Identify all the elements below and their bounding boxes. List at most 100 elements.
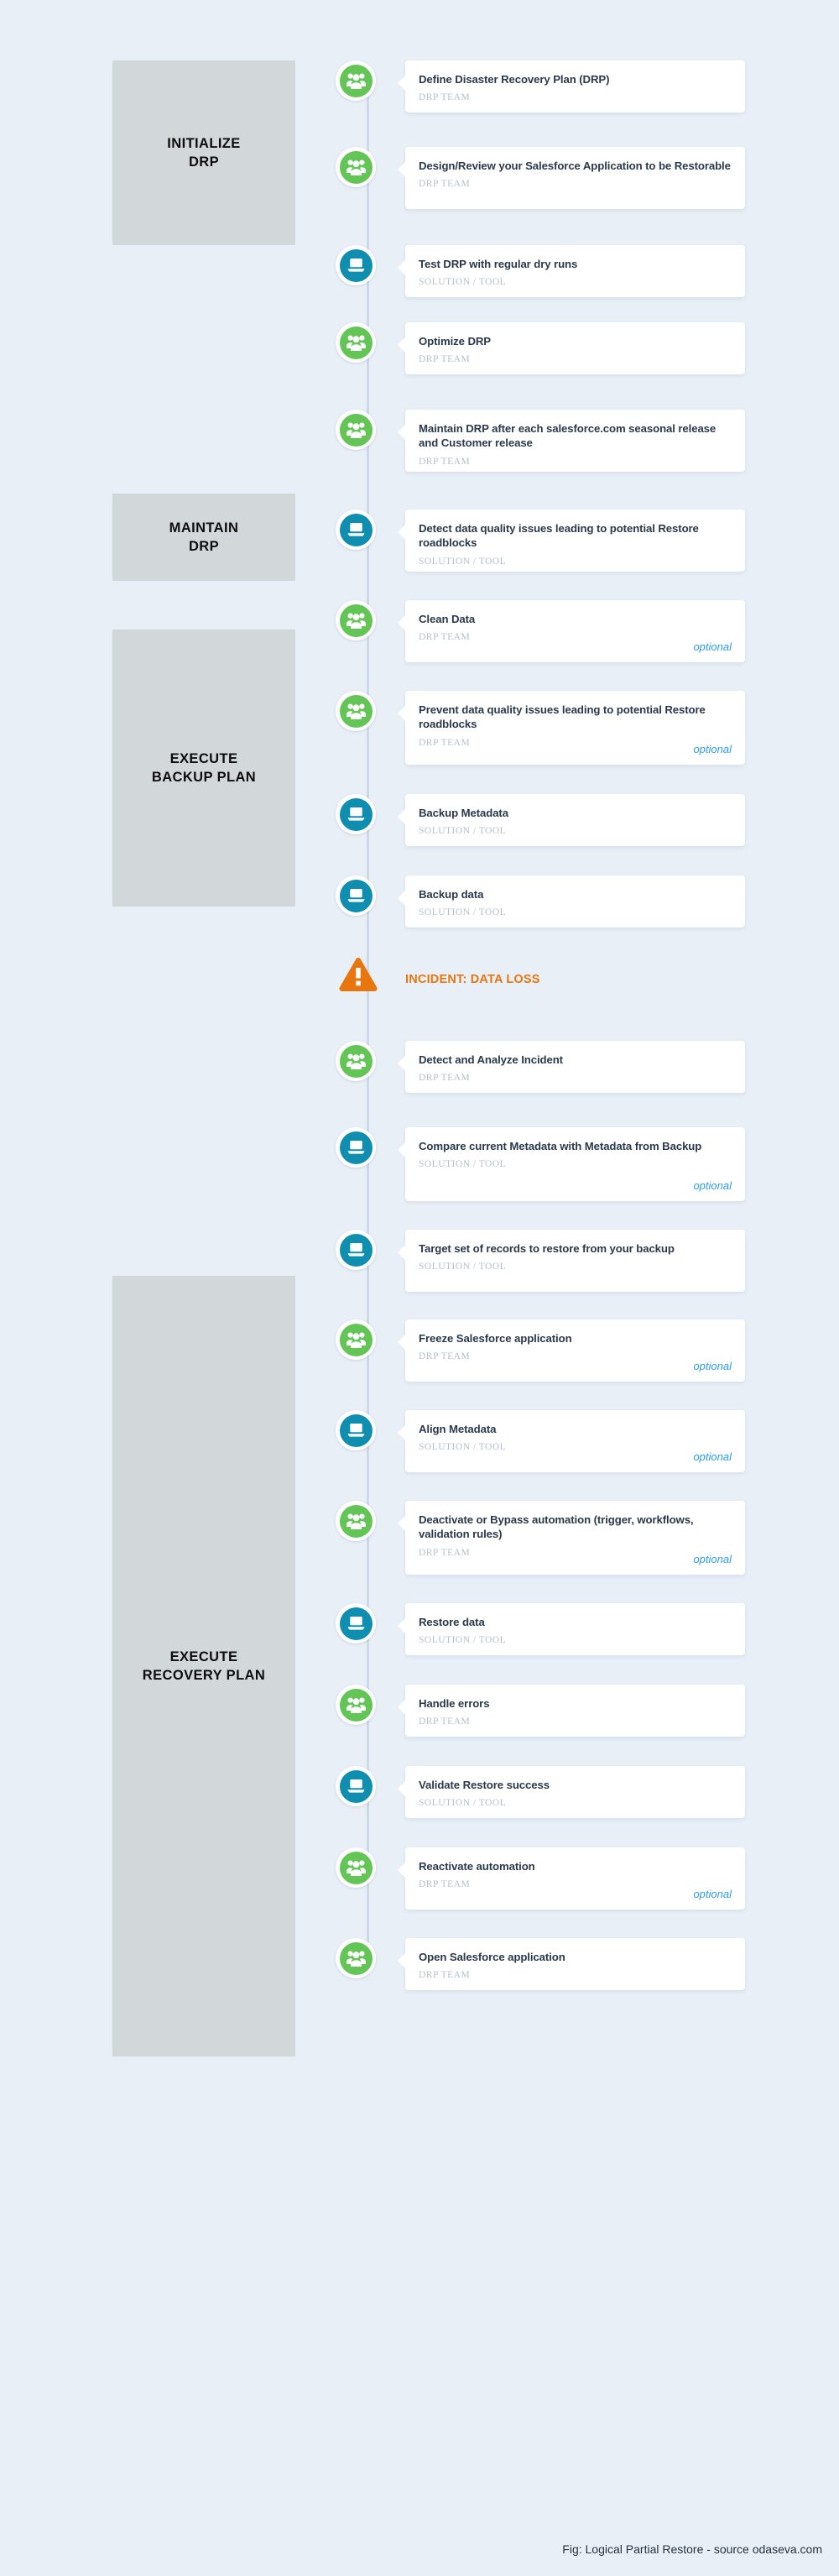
timeline-step: Define Disaster Recovery Plan (DRP) DRP T… — [0, 60, 839, 112]
timeline-step: Prevent data quality issues leading to p… — [0, 691, 839, 765]
team-icon — [339, 1688, 373, 1722]
step-card[interactable]: Backup data SOLUTION / TOOL — [398, 875, 745, 927]
team-icon — [339, 604, 373, 637]
step-card[interactable]: Detect and Analyze Incident DRP TEAM — [398, 1041, 745, 1093]
phase-box: EXECUTE BACKUP PLAN — [112, 630, 295, 907]
step-title: Optimize DRP — [419, 335, 491, 347]
team-icon — [339, 1851, 373, 1884]
step-badge — [336, 794, 376, 834]
step-badge — [336, 60, 376, 101]
tool-icon — [339, 248, 373, 282]
tool-icon — [339, 1233, 373, 1267]
step-actor: SOLUTION / TOOL — [419, 1159, 507, 1170]
step-card[interactable]: Align Metadata SOLUTION / TOOL optional — [398, 1410, 745, 1472]
step-card[interactable]: Open Salesforce application DRP TEAM — [398, 1938, 745, 1990]
optional-badge: optional — [693, 1888, 732, 1900]
team-icon — [339, 1323, 373, 1356]
step-card[interactable]: Target set of records to restore from yo… — [398, 1230, 745, 1292]
timeline-step: Deactivate or Bypass automation (trigger… — [0, 1501, 839, 1575]
step-card[interactable]: Compare current Metadata with Metadata f… — [398, 1127, 745, 1201]
team-icon — [339, 1044, 373, 1078]
step-badge — [336, 1041, 376, 1081]
step-badge — [336, 1603, 376, 1643]
step-card[interactable]: Restore data SOLUTION / TOOL — [398, 1603, 745, 1655]
step-card[interactable]: Detect data quality issues leading to po… — [398, 509, 745, 572]
step-actor: SOLUTION / TOOL — [419, 1798, 507, 1809]
step-title: Clean Data — [419, 613, 476, 625]
timeline-step: Compare current Metadata with Metadata f… — [0, 1127, 839, 1201]
timeline-step: Target set of records to restore from yo… — [0, 1230, 839, 1292]
optional-badge: optional — [693, 1360, 732, 1372]
timeline-step: Validate Restore success SOLUTION / TOOL — [0, 1766, 839, 1818]
step-card[interactable]: Design/Review your Salesforce Applicatio… — [398, 147, 745, 209]
step-badge — [336, 322, 376, 363]
step-card[interactable]: Deactivate or Bypass automation (trigger… — [398, 1501, 745, 1575]
step-card[interactable]: Optimize DRP DRP TEAM — [398, 322, 745, 374]
step-card[interactable]: Freeze Salesforce application DRP TEAM opt… — [398, 1319, 745, 1382]
step-badge — [336, 1501, 376, 1541]
step-badge — [336, 147, 376, 187]
step-actor: SOLUTION / TOOL — [419, 826, 507, 837]
step-actor: DRP TEAM — [419, 179, 471, 190]
timeline-step: Restore data SOLUTION / TOOL — [0, 1603, 839, 1655]
step-title: Align Metadata — [419, 1423, 497, 1435]
step-card[interactable]: Clean Data DRP TEAM optional — [398, 600, 745, 662]
team-icon — [339, 150, 373, 184]
step-actor: SOLUTION / TOOL — [419, 1262, 507, 1272]
incident-marker: INCIDENT: DATA LOSS — [0, 957, 839, 1007]
step-title: Backup Metadata — [419, 807, 508, 819]
step-title: Reactivate automation — [419, 1860, 535, 1873]
step-badge — [336, 1410, 376, 1450]
step-badge — [336, 1847, 376, 1888]
optional-badge: optional — [693, 743, 732, 755]
step-title: Restore data — [419, 1616, 485, 1628]
step-badge — [336, 600, 376, 640]
step-card[interactable]: Test DRP with regular dry runs SOLUTION /… — [398, 245, 745, 297]
warning-triangle-icon — [339, 957, 378, 992]
step-title: Detect and Analyze Incident — [419, 1053, 563, 1066]
timeline-step: Test DRP with regular dry runs SOLUTION /… — [0, 245, 839, 297]
step-card[interactable]: Prevent data quality issues leading to p… — [398, 691, 745, 765]
timeline-step: Align Metadata SOLUTION / TOOL optional — [0, 1410, 839, 1472]
tool-icon — [339, 1607, 373, 1640]
step-title: Handle errors — [419, 1697, 490, 1710]
step-actor: SOLUTION / TOOL — [419, 277, 507, 288]
tool-icon — [339, 1413, 373, 1447]
step-card[interactable]: Handle errors DRP TEAM — [398, 1685, 745, 1737]
step-title: Open Salesforce application — [419, 1951, 565, 1963]
step-actor: DRP TEAM — [419, 1073, 471, 1084]
timeline-step: Design/Review your Salesforce Applicatio… — [0, 147, 839, 209]
step-actor: DRP TEAM — [419, 737, 471, 748]
step-badge — [336, 875, 376, 916]
step-title: Backup data — [419, 888, 484, 901]
step-title: Detect data quality issues leading to po… — [419, 522, 699, 550]
timeline-step: Optimize DRP DRP TEAM — [0, 322, 839, 374]
step-badge — [336, 1766, 376, 1806]
tool-icon — [339, 513, 373, 546]
step-card[interactable]: Reactivate automation DRP TEAM optional — [398, 1847, 745, 1910]
step-card[interactable]: Define Disaster Recovery Plan (DRP) DRP T… — [398, 60, 745, 112]
timeline-step: Reactivate automation DRP TEAM optional — [0, 1847, 839, 1910]
step-badge — [336, 410, 376, 450]
step-actor: DRP TEAM — [419, 456, 471, 467]
step-card[interactable]: Backup Metadata SOLUTION / TOOL — [398, 794, 745, 846]
timeline-step: Detect and Analyze Incident DRP TEAM — [0, 1041, 839, 1093]
team-icon — [339, 1941, 373, 1975]
team-icon — [339, 326, 373, 359]
step-actor: SOLUTION / TOOL — [419, 1635, 507, 1646]
tool-icon — [339, 879, 373, 912]
step-title: Test DRP with regular dry runs — [419, 258, 578, 270]
tool-icon — [339, 1769, 373, 1803]
step-actor: DRP TEAM — [419, 92, 471, 103]
step-card[interactable]: Maintain DRP after each salesforce.com s… — [398, 410, 745, 472]
step-title: Compare current Metadata with Metadata f… — [419, 1140, 702, 1152]
step-card[interactable]: Validate Restore success SOLUTION / TOOL — [398, 1766, 745, 1818]
step-actor: DRP TEAM — [419, 1351, 471, 1362]
team-icon — [339, 64, 373, 97]
tool-icon — [339, 1131, 373, 1164]
step-title: Define Disaster Recovery Plan (DRP) — [419, 73, 610, 86]
team-icon — [339, 694, 373, 728]
step-actor: DRP TEAM — [419, 354, 471, 365]
step-badge — [336, 245, 376, 285]
timeline-step: Open Salesforce application DRP TEAM — [0, 1938, 839, 1990]
